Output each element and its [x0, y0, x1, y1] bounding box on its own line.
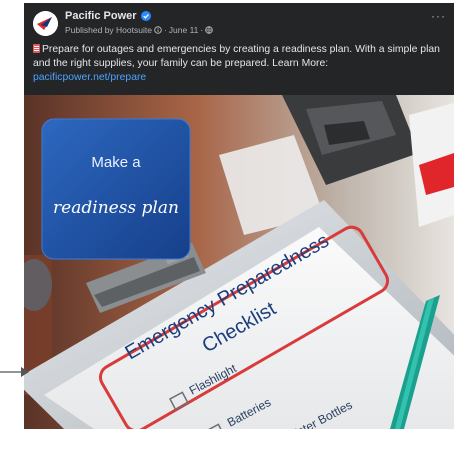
post-image-art: Emergency Preparedness Checklist Flashli…	[24, 95, 454, 429]
more-options-button[interactable]: ···	[431, 9, 446, 23]
card-line1: Make a	[91, 154, 141, 171]
post-image[interactable]: Emergency Preparedness Checklist Flashli…	[24, 95, 454, 429]
facebook-post: Pacific Power Published by Hootsuite · J…	[24, 3, 454, 429]
post-meta: Published by Hootsuite · June 11 ·	[65, 25, 214, 35]
name-row: Pacific Power	[65, 10, 151, 22]
published-by: Published by Hootsuite	[65, 25, 152, 35]
caption-text: Prepare for outages and emergencies by c…	[33, 44, 440, 69]
clipboard-emoji-icon	[33, 44, 40, 53]
meta-separator: ·	[200, 25, 204, 35]
card-line2: readiness plan	[53, 198, 179, 218]
pacific-power-logo-icon	[33, 11, 58, 36]
meta-separator: ·	[163, 25, 167, 35]
learn-more-link[interactable]: pacificpower.net/prepare	[33, 71, 451, 85]
page-name[interactable]: Pacific Power	[65, 10, 137, 22]
pointer-arrow-icon	[0, 367, 29, 377]
post-header: Pacific Power Published by Hootsuite · J…	[24, 3, 454, 41]
avatar[interactable]	[33, 11, 58, 36]
post-caption: Prepare for outages and emergencies by c…	[33, 43, 451, 85]
verified-badge-icon	[140, 11, 151, 21]
globe-icon	[205, 26, 214, 34]
readiness-card	[42, 119, 190, 259]
info-icon[interactable]	[154, 26, 162, 34]
post-date[interactable]: June 11	[169, 25, 199, 35]
